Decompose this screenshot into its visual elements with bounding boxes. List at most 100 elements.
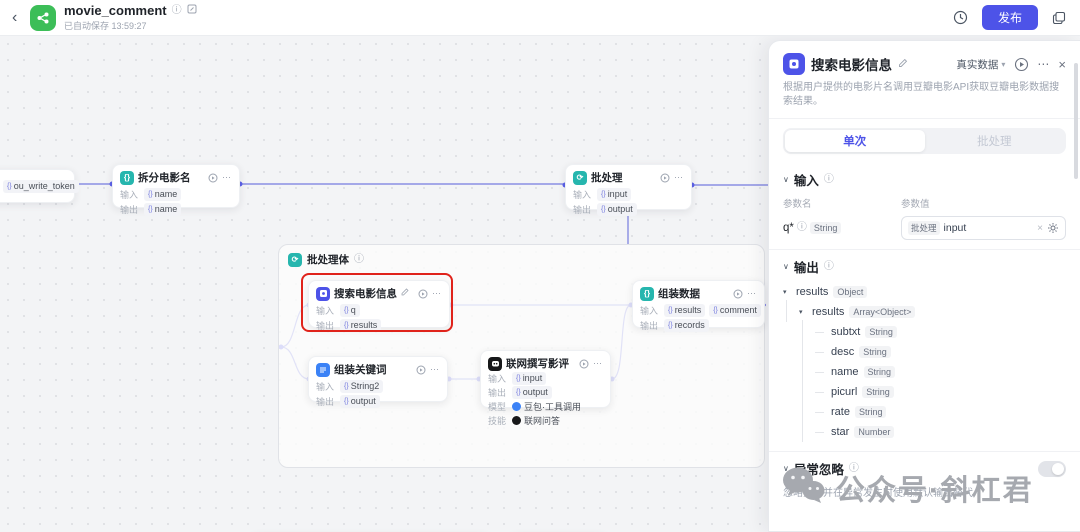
braces-icon: {} xyxy=(344,307,349,314)
tree-row[interactable]: ▾ results Array<Object> xyxy=(783,302,1066,322)
exception-toggle[interactable] xyxy=(1038,460,1066,477)
tree-tick xyxy=(815,351,824,353)
code-node-icon: {} xyxy=(640,286,654,301)
variable-chip: {} records xyxy=(664,319,709,332)
info-icon[interactable]: ⓘ xyxy=(172,5,182,16)
node-search-movie-info[interactable]: 搜索电影信息 ⋯ 输入 {} q 输出 {} results xyxy=(308,280,450,332)
node-title: 联网撰写影评 xyxy=(506,358,569,370)
variable-chip: {} results xyxy=(664,304,706,317)
braces-icon: {} xyxy=(601,191,606,198)
info-icon: ⓘ xyxy=(354,253,364,265)
row-label: 输出 xyxy=(573,205,592,215)
watermark-text: 公众号·斜杠君 xyxy=(836,474,1034,507)
wechat-logo-icon xyxy=(780,464,826,511)
tree-tick xyxy=(815,431,824,433)
node-assemble-data[interactable]: {} 组装数据 ⋯ 输入 {} results {} comment 输出 {} re… xyxy=(632,280,765,332)
clear-value-icon[interactable]: × xyxy=(1037,223,1043,234)
edit-icon[interactable] xyxy=(401,288,409,299)
node-write-review-llm[interactable]: 联网撰写影评 ⋯ 输入 {} input 输出 {} output 模型 豆包·工具… xyxy=(480,350,611,426)
chevron-down-icon[interactable]: ∨ xyxy=(783,262,789,271)
run-node-icon[interactable] xyxy=(417,288,428,299)
data-mode-select[interactable]: 真实数据 ▾ xyxy=(956,57,1005,72)
variable-chip: {} q xyxy=(340,304,360,317)
history-clock-icon[interactable] xyxy=(952,9,970,27)
node-more-icon[interactable]: ⋯ xyxy=(593,359,603,368)
tree-row[interactable]: name String xyxy=(783,362,1066,382)
tab-batch[interactable]: 批处理 xyxy=(925,130,1065,152)
tree-tick xyxy=(815,371,824,373)
llm-node-icon xyxy=(488,356,502,371)
row-label: 技能 xyxy=(488,416,507,426)
autosave-status: 已自动保存 13:59:27 xyxy=(64,21,147,31)
tree-row[interactable]: picurl String xyxy=(783,382,1066,402)
caret-down-icon[interactable]: ▾ xyxy=(799,308,807,316)
node-more-icon[interactable]: ⋯ xyxy=(430,365,440,374)
variable-chip: {} results xyxy=(340,319,382,332)
param-columns: 参数名 参数值 xyxy=(783,199,930,210)
node-title: 批处理 xyxy=(591,172,623,184)
row-label: 输出 xyxy=(316,397,335,407)
workflow-title: movie_comment xyxy=(64,3,167,18)
type-chip: Number xyxy=(854,426,895,438)
variable-chip: {} comment xyxy=(709,304,761,317)
gear-icon[interactable] xyxy=(1047,222,1059,234)
type-chip: String xyxy=(865,326,897,338)
workflow-app-icon xyxy=(30,4,56,31)
model-value: 豆包·工具调用 xyxy=(512,400,581,413)
caret-down-icon[interactable]: ▾ xyxy=(783,288,791,296)
node-more-icon[interactable]: ⋯ xyxy=(222,173,232,182)
row-label: 输入 xyxy=(120,190,139,200)
node-more-icon[interactable]: ⋯ xyxy=(674,173,684,182)
batch-body-label: 批处理体 xyxy=(307,254,349,266)
node-partial-left[interactable]: {} ou_write_token xyxy=(0,169,79,203)
node-batch[interactable]: ⟳ 批处理 ⋯ 输入 {} input 输出 {} output xyxy=(565,164,692,216)
code-node-icon: {} xyxy=(120,170,134,185)
run-node-icon[interactable] xyxy=(207,172,218,183)
model-icon xyxy=(512,402,521,411)
row-label: 输入 xyxy=(488,374,507,384)
node-more-icon[interactable]: ⋯ xyxy=(432,289,442,298)
input-section: ∨ 输入 ⓘ 参数名 参数值 q* ⓘ String 批处理 input × xyxy=(769,163,1080,250)
tree-row[interactable]: star Number xyxy=(783,422,1066,442)
panel-scrollbar[interactable] xyxy=(1074,63,1078,179)
braces-icon: {} xyxy=(148,206,153,213)
run-node-icon[interactable] xyxy=(1013,56,1029,72)
row-label: 模型 xyxy=(488,402,507,412)
node-title: 搜索电影信息 xyxy=(334,288,397,300)
back-button[interactable]: ‹ xyxy=(12,9,30,26)
node-more-icon[interactable]: ⋯ xyxy=(747,289,757,298)
more-menu-icon[interactable]: ⋯ xyxy=(1037,57,1050,71)
param-name: q* ⓘ String xyxy=(783,222,901,234)
run-node-icon[interactable] xyxy=(578,358,589,369)
panel-title: 搜索电影信息 xyxy=(811,58,892,73)
run-node-icon[interactable] xyxy=(659,172,670,183)
tree-row[interactable]: subtxt String xyxy=(783,322,1066,342)
publish-button[interactable]: 发布 xyxy=(981,5,1038,30)
top-bar: ‹ movie_comment ⓘ 已自动保存 13:59:27 发布 xyxy=(0,0,1080,36)
node-title: 组装数据 xyxy=(658,288,700,300)
loop-icon: ⟳ xyxy=(288,252,302,267)
run-node-icon[interactable] xyxy=(732,288,743,299)
output-section: ∨ 输出 ⓘ ▾ results Object ▾ results Array<… xyxy=(769,250,1080,452)
tree-row[interactable]: rate String xyxy=(783,402,1066,422)
close-panel-icon[interactable]: × xyxy=(1058,57,1066,72)
info-icon: ⓘ xyxy=(823,260,834,272)
tree-row[interactable]: ▾ results Object xyxy=(783,282,1066,302)
variable-chip: {} output xyxy=(597,203,637,216)
edit-title-icon[interactable] xyxy=(187,4,197,17)
node-split-movie-name[interactable]: {} 拆分电影名 ⋯ 输入 {} name 输出 {} name xyxy=(112,164,240,216)
chevron-down-icon[interactable]: ∨ xyxy=(783,175,789,184)
tab-single[interactable]: 单次 xyxy=(785,130,925,152)
run-node-icon[interactable] xyxy=(415,364,426,375)
node-description: 根据用户提供的电影片名调用豆瓣电影API获取豆瓣电影数据搜索结果。 xyxy=(769,81,1080,119)
variable-chip: {} output xyxy=(340,395,380,408)
tree-row[interactable]: desc String xyxy=(783,342,1066,362)
row-label: 输出 xyxy=(640,321,659,331)
node-assemble-keywords[interactable]: 组装关键词 ⋯ 输入 {} String2 输出 {} output xyxy=(308,356,448,408)
edit-icon[interactable] xyxy=(898,58,908,71)
duplicate-window-icon[interactable] xyxy=(1050,9,1068,27)
tree-tick xyxy=(815,411,824,413)
param-value-input[interactable]: 批处理 input × xyxy=(901,216,1066,240)
skill-icon xyxy=(512,416,521,425)
braces-icon: {} xyxy=(713,307,718,314)
